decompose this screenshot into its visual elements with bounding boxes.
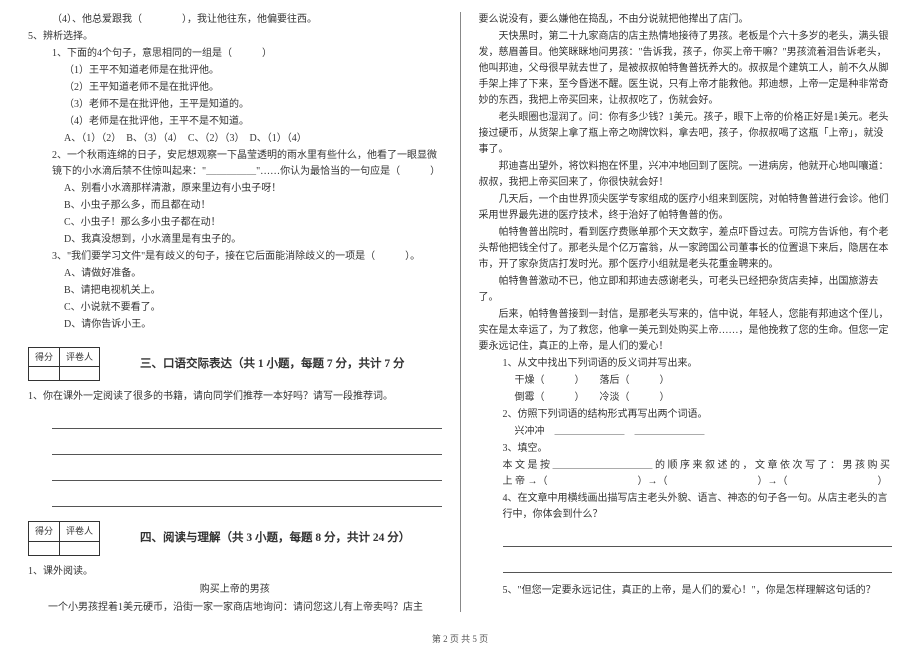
section3-title: 三、口语交际表达（共 1 小题，每题 7 分，共计 7 分 bbox=[140, 355, 405, 373]
answer-line[interactable] bbox=[52, 413, 442, 429]
q5-1-opt1: （1）王平不知道老师是在批评他。 bbox=[28, 63, 442, 79]
r-q3: 3、填空。 bbox=[479, 441, 893, 457]
passage-para: 天快黑时，第二十九家商店的店主热情地接待了男孩。老板是个六十多岁的老头，满头银发… bbox=[479, 29, 893, 109]
column-divider bbox=[460, 12, 461, 612]
passage-para: 帕特鲁普出院时，看到医疗费账单那个天文数字，差点吓昏过去。可院方告诉他，有个老头… bbox=[479, 225, 893, 273]
answer-line[interactable] bbox=[52, 491, 442, 507]
r-q1-row1: 干燥（ ） 落后（ ） bbox=[479, 373, 893, 389]
r-q1-row2: 倒霉（ ） 冷淡（ ） bbox=[479, 390, 893, 406]
q5-3: 3、"我们要学习文件"是有歧义的句子，接在它后面能消除歧义的一项是（ ）。 bbox=[28, 249, 442, 265]
passage-p1: 一个小男孩捏着1美元硬币，沿街一家一家商店地询问：请问您这儿有上帝卖吗？店主 bbox=[28, 600, 442, 612]
left-column: （4）、他总爱跟我（ ），我让他往东，他偏要往西。 5、辨析选择。 1、下面的4… bbox=[28, 12, 442, 612]
score-box-3: 得分评卷人 bbox=[28, 347, 100, 381]
answer-line[interactable] bbox=[52, 439, 442, 455]
q5-1-opt2: （2）王平知道老师不是在批评他。 bbox=[28, 80, 442, 96]
r-q5: 5、"但您一定要永远记住，真正的上帝，是人们的爱心！"，你是怎样理解这句话的？ bbox=[479, 583, 893, 599]
s4-q1: 1、课外阅读。 bbox=[28, 564, 442, 580]
answer-line[interactable] bbox=[52, 465, 442, 481]
grader-cell-blank[interactable] bbox=[60, 541, 100, 555]
q5-3-optd: D、请你告诉小王。 bbox=[28, 317, 442, 333]
passage-para: 要么说没有，要么嫌他在捣乱，不由分说就把他撵出了店门。 bbox=[479, 12, 893, 28]
answer-line[interactable] bbox=[503, 531, 893, 547]
right-column: 要么说没有，要么嫌他在捣乱，不由分说就把他撵出了店门。 天快黑时，第二十九家商店… bbox=[479, 12, 893, 612]
answer-line[interactable] bbox=[503, 607, 893, 612]
q5-2-optd: D、我真没想到，小水滴里是有虫子的。 bbox=[28, 232, 442, 248]
passage-para: 后来，帕特鲁普接到一封信，是那老头写来的，信中说，年轻人，您能有邦迪这个侄儿，实… bbox=[479, 307, 893, 355]
section4-header: 得分评卷人 四、阅读与理解（共 3 小题，每题 8 分，共计 24 分） bbox=[28, 521, 442, 555]
section4-title: 四、阅读与理解（共 3 小题，每题 8 分，共计 24 分） bbox=[140, 529, 410, 547]
r-q4: 4、在文章中用横线画出描写店主老头外貌、语言、神态的句子各一句。从店主老头的言行… bbox=[479, 491, 893, 523]
score-hdr-1: 得分 bbox=[29, 348, 60, 367]
q5-3-opta: A、请做好准备。 bbox=[28, 266, 442, 282]
s3-q1: 1、你在课外一定阅读了很多的书籍，请向同学们推荐一本好吗？请写一段推荐词。 bbox=[28, 389, 442, 405]
score-hdr-2: 评卷人 bbox=[60, 348, 100, 367]
score-hdr-1b: 得分 bbox=[29, 522, 60, 541]
passage-body: 要么说没有，要么嫌他在捣乱，不由分说就把他撵出了店门。 天快黑时，第二十九家商店… bbox=[479, 12, 893, 355]
score-cell-blank[interactable] bbox=[29, 541, 60, 555]
q5-1-opt3: （3）老师不是在批评他，王平是知道的。 bbox=[28, 97, 442, 113]
passage-para: 邦迪喜出望外，将饮料抱在怀里，兴冲冲地回到了医院。一进病房，他就开心地叫嚷道：叔… bbox=[479, 159, 893, 191]
score-box-4: 得分评卷人 bbox=[28, 521, 100, 555]
passage-para: 老头眼圈也湿润了。问：你有多少钱？1美元。孩子，眼下上帝的价格正好是1美元。老头… bbox=[479, 110, 893, 158]
q5-sub4: （4）、他总爱跟我（ ），我让他往东，他偏要往西。 bbox=[28, 12, 442, 28]
q5-1-opt4: （4）老师是在批评他，王平不是不知道。 bbox=[28, 114, 442, 130]
q5-3-optb: B、请把电视机关上。 bbox=[28, 283, 442, 299]
answer-line[interactable] bbox=[503, 557, 893, 573]
q5-1-choices: A、（1）（2） B、（3）（4） C、（2）（3） D、（1）（4） bbox=[28, 131, 442, 147]
section3-header: 得分评卷人 三、口语交际表达（共 1 小题，每题 7 分，共计 7 分 bbox=[28, 347, 442, 381]
r-q1: 1、从文中找出下列词语的反义词并写出来。 bbox=[479, 356, 893, 372]
r-q2: 2、仿照下列词语的结构形式再写出两个词语。 bbox=[479, 407, 893, 423]
score-cell-blank[interactable] bbox=[29, 367, 60, 381]
q5-2-intro: 2、一个秋雨连绵的日子，安尼想观察一下晶莹透明的雨水里有些什么，他看了一眼显微镜… bbox=[28, 148, 442, 180]
q5-2-optc: C、小虫子！那么多小虫子都在动！ bbox=[28, 215, 442, 231]
passage-para: 帕特鲁普激动不已，他立即和邦迪去感谢老头，可老头已经把杂货店卖掉，出国旅游去了。 bbox=[479, 274, 893, 306]
q5-3-optc: C、小说就不要看了。 bbox=[28, 300, 442, 316]
q5-2-opta: A、别看小水滴那样清澈，原来里边有小虫子呀！ bbox=[28, 181, 442, 197]
r-q3-body: 本 文 是 按 ＿＿＿＿＿＿＿＿＿＿ 的 顺 序 来 叙 述 的 ， 文 章 依… bbox=[479, 458, 893, 490]
passage-para: 几天后，一个由世界顶尖医学专家组成的医疗小组来到医院，对帕特鲁普进行会诊。他们采… bbox=[479, 192, 893, 224]
r-q2-item: 兴冲冲 ＿＿＿＿＿＿＿ ＿＿＿＿＿＿＿ bbox=[479, 424, 893, 440]
q5-title: 5、辨析选择。 bbox=[28, 29, 442, 45]
passage-title: 购买上帝的男孩 bbox=[28, 582, 442, 598]
grader-cell-blank[interactable] bbox=[60, 367, 100, 381]
q5-1: 1、下面的4个句子，意思相同的一组是（ ） bbox=[28, 46, 442, 62]
q5-2-optb: B、小虫子那么多，而且都在动！ bbox=[28, 198, 442, 214]
page-container: （4）、他总爱跟我（ ），我让他往东，他偏要往西。 5、辨析选择。 1、下面的4… bbox=[28, 12, 892, 612]
page-footer: 第 2 页 共 5 页 bbox=[0, 632, 920, 646]
score-hdr-2b: 评卷人 bbox=[60, 522, 100, 541]
